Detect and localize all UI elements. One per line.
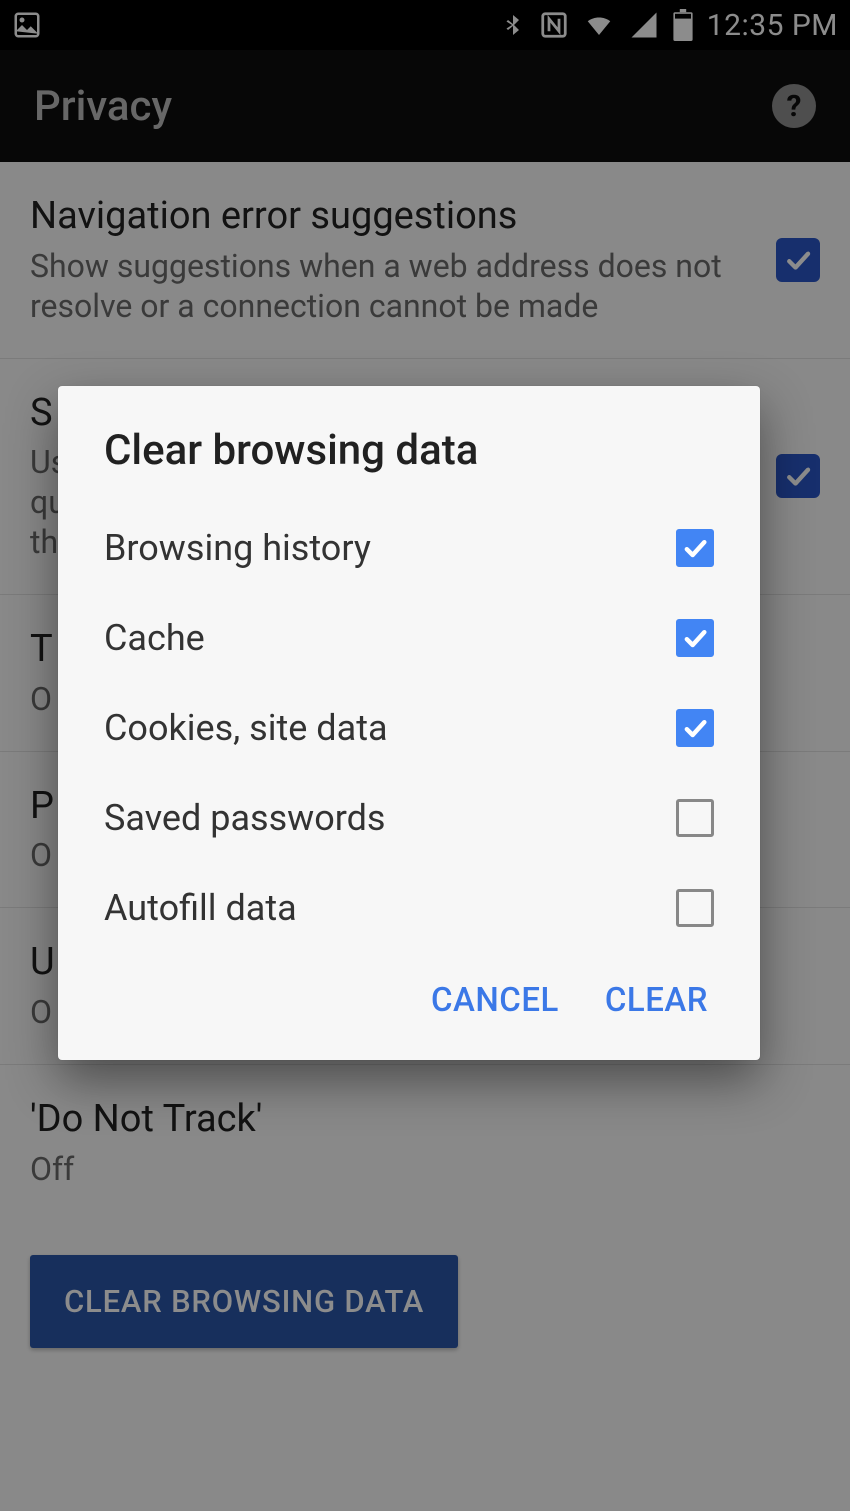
dialog-option-cookies[interactable]: Cookies, site data: [104, 683, 714, 773]
dialog-option-label: Autofill data: [104, 887, 297, 929]
checkbox-unchecked-icon[interactable]: [676, 889, 714, 927]
checkbox-checked-icon[interactable]: [676, 619, 714, 657]
dialog-option-autofill[interactable]: Autofill data: [104, 863, 714, 953]
clear-button[interactable]: CLEAR: [605, 981, 708, 1020]
checkbox-checked-icon[interactable]: [676, 709, 714, 747]
checkbox-unchecked-icon[interactable]: [676, 799, 714, 837]
dialog-option-browsing-history[interactable]: Browsing history: [104, 503, 714, 593]
dialog-title: Clear browsing data: [104, 426, 714, 475]
clear-browsing-data-dialog: Clear browsing data Browsing history Cac…: [58, 386, 760, 1060]
cancel-button[interactable]: CANCEL: [431, 981, 559, 1020]
checkbox-checked-icon[interactable]: [676, 529, 714, 567]
dialog-option-label: Browsing history: [104, 527, 371, 569]
dialog-option-saved-passwords[interactable]: Saved passwords: [104, 773, 714, 863]
dialog-actions: CANCEL CLEAR: [104, 953, 714, 1042]
dialog-option-label: Cookies, site data: [104, 707, 388, 749]
dialog-option-label: Saved passwords: [104, 797, 386, 839]
dialog-option-cache[interactable]: Cache: [104, 593, 714, 683]
dialog-option-label: Cache: [104, 617, 205, 659]
